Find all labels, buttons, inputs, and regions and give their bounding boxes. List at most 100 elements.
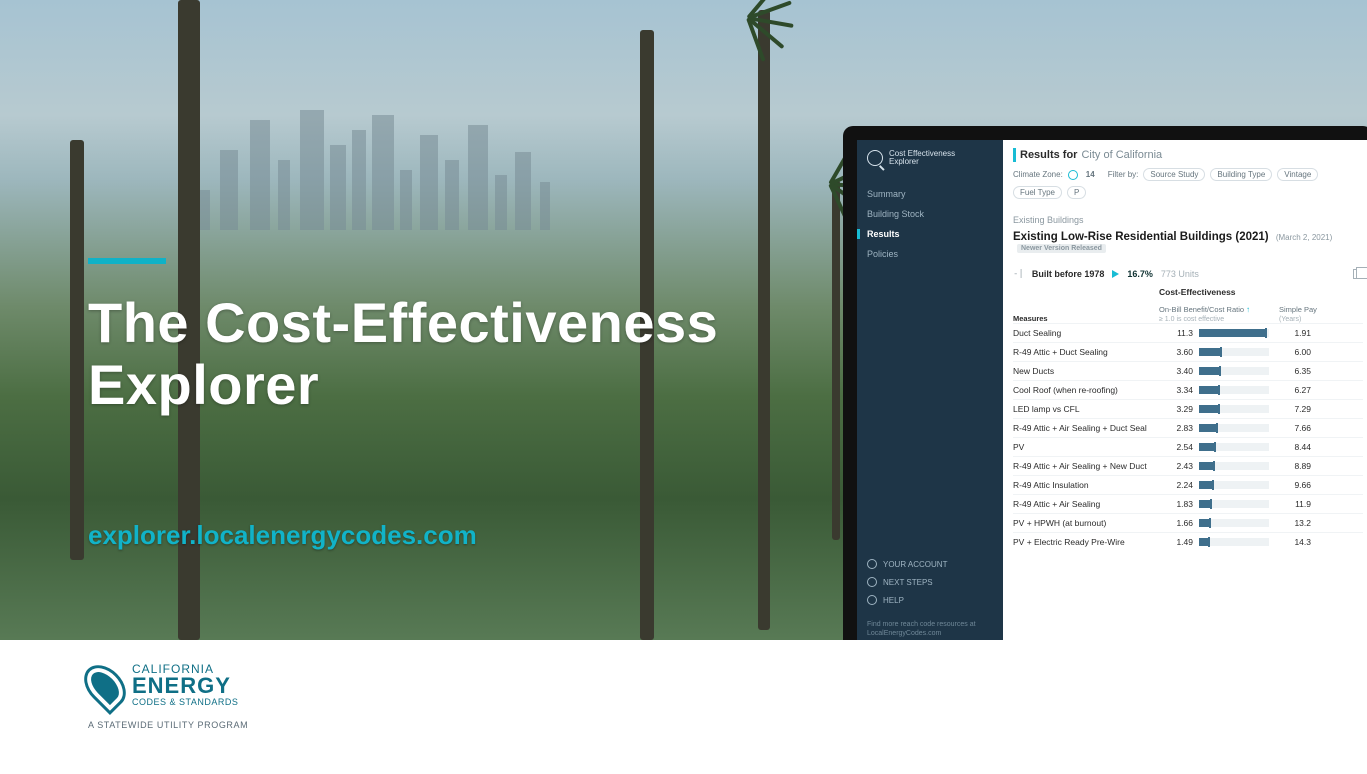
palm-trunk bbox=[70, 140, 84, 560]
copy-icon[interactable] bbox=[1353, 269, 1363, 279]
table-row[interactable]: R-49 Attic + Air Sealing + Duct Seal2.83… bbox=[1013, 418, 1363, 437]
payback-value: 8.89 bbox=[1275, 461, 1311, 471]
ratio-value: 3.34 bbox=[1159, 385, 1193, 395]
payback-value: 9.66 bbox=[1275, 480, 1311, 490]
section-date: (March 2, 2021) bbox=[1276, 233, 1332, 242]
ratio-bar bbox=[1199, 386, 1269, 394]
chip-building-type[interactable]: Building Type bbox=[1210, 168, 1272, 181]
sidebar-item-building-stock[interactable]: Building Stock bbox=[867, 209, 993, 219]
sidebar-item-results[interactable]: Results bbox=[867, 229, 993, 239]
sidebar-footer-link[interactable]: LocalEnergyCodes.com bbox=[867, 630, 941, 637]
table-header: Cost-Effectiveness Measures On-Bill Bene… bbox=[1013, 287, 1363, 323]
flame-drop-icon bbox=[76, 657, 134, 715]
search-icon bbox=[867, 150, 883, 166]
col-payback-label: Simple Pay bbox=[1279, 305, 1317, 314]
results-city: City of California bbox=[1081, 149, 1162, 161]
measure-name: PV bbox=[1013, 442, 1153, 452]
app-sidebar: Cost Effectiveness Explorer Summary Buil… bbox=[857, 140, 1003, 640]
chip-fuel-type[interactable]: Fuel Type bbox=[1013, 186, 1062, 199]
brand-text: Cost Effectiveness Explorer bbox=[889, 150, 955, 167]
chip-source-study[interactable]: Source Study bbox=[1143, 168, 1205, 181]
info-icon bbox=[867, 595, 877, 605]
table-row[interactable]: PV + HPWH (at burnout)1.6613.2 bbox=[1013, 513, 1363, 532]
sidebar-item-policies[interactable]: Policies bbox=[867, 249, 993, 259]
footer: CALIFORNIA ENERGY CODES & STANDARDS A ST… bbox=[0, 640, 1367, 774]
footer-tagline: A STATEWIDE UTILITY PROGRAM bbox=[88, 720, 248, 730]
ratio-bar bbox=[1199, 481, 1269, 489]
vintage-group-row: -| Built before 1978 16.7% 773 Units bbox=[1013, 269, 1363, 279]
table-row[interactable]: R-49 Attic + Air Sealing1.8311.9 bbox=[1013, 494, 1363, 513]
measure-name: Duct Sealing bbox=[1013, 328, 1153, 338]
climate-zone-value[interactable]: 14 bbox=[1086, 170, 1095, 179]
table-row[interactable]: LED lamp vs CFL3.297.29 bbox=[1013, 399, 1363, 418]
ratio-value: 1.49 bbox=[1159, 537, 1193, 547]
vintage-group-units: 773 Units bbox=[1161, 269, 1199, 279]
measure-name: R-49 Attic + Duct Sealing bbox=[1013, 347, 1153, 357]
ratio-bar bbox=[1199, 519, 1269, 527]
col-group-cost-effectiveness: Cost-Effectiveness bbox=[1159, 287, 1321, 297]
table-row[interactable]: R-49 Attic Insulation2.249.66 bbox=[1013, 475, 1363, 494]
measure-name: R-49 Attic + Air Sealing bbox=[1013, 499, 1153, 509]
arrow-right-icon bbox=[867, 577, 877, 587]
sidebar-link-help[interactable]: HELP bbox=[867, 595, 993, 605]
col-ratio-sub: ≥ 1.0 is cost effective bbox=[1159, 316, 1224, 323]
logo-line: CODES & STANDARDS bbox=[132, 697, 238, 707]
vintage-group-pct: 16.7% bbox=[1127, 269, 1153, 279]
sidebar-footer: Find more reach code resources at LocalE… bbox=[867, 621, 993, 638]
payback-value: 14.3 bbox=[1275, 537, 1311, 547]
table-row[interactable]: R-49 Attic + Duct Sealing3.606.00 bbox=[1013, 342, 1363, 361]
play-icon[interactable] bbox=[1112, 270, 1119, 278]
table-row[interactable]: R-49 Attic + Air Sealing + New Duct2.438… bbox=[1013, 456, 1363, 475]
app-brand: Cost Effectiveness Explorer bbox=[867, 150, 993, 167]
ratio-value: 2.83 bbox=[1159, 423, 1193, 433]
col-payback[interactable]: Simple Pay (Years) bbox=[1279, 305, 1321, 323]
table-row[interactable]: Cool Roof (when re-roofing)3.346.27 bbox=[1013, 380, 1363, 399]
table-row[interactable]: PV + Electric Ready Pre-Wire 1.49 14.3 bbox=[1013, 532, 1363, 551]
palm-trunk bbox=[758, 10, 770, 630]
payback-value: 6.00 bbox=[1275, 347, 1311, 357]
title-line: Explorer bbox=[88, 353, 319, 416]
results-table: Cost-Effectiveness Measures On-Bill Bene… bbox=[1013, 287, 1363, 551]
collapse-icon[interactable]: -| bbox=[1013, 269, 1024, 279]
section-title-text: Existing Low-Rise Residential Buildings … bbox=[1013, 231, 1269, 243]
sidebar-item-summary[interactable]: Summary bbox=[867, 189, 993, 199]
page-heading: Results for City of California bbox=[1013, 148, 1363, 162]
gear-icon bbox=[867, 559, 877, 569]
sidebar-nav: Summary Building Stock Results Policies bbox=[867, 189, 993, 259]
footer-logo: CALIFORNIA ENERGY CODES & STANDARDS bbox=[88, 662, 238, 710]
hero-background: The Cost-Effectiveness Explorer explorer… bbox=[0, 0, 1367, 640]
ratio-bar bbox=[1199, 405, 1269, 413]
ratio-bar bbox=[1199, 424, 1269, 432]
title-line: The Cost-Effectiveness bbox=[88, 291, 718, 354]
col-measures[interactable]: Measures bbox=[1013, 314, 1153, 323]
palm-trunk bbox=[832, 180, 840, 540]
ratio-bar bbox=[1199, 500, 1269, 508]
table-row[interactable]: Duct Sealing11.31.91 bbox=[1013, 323, 1363, 342]
palm-fronds bbox=[730, 0, 810, 44]
payback-value: 13.2 bbox=[1275, 518, 1311, 528]
sidebar-link-account[interactable]: YOUR ACCOUNT bbox=[867, 559, 993, 569]
slide: The Cost-Effectiveness Explorer explorer… bbox=[0, 0, 1367, 774]
payback-value: 7.29 bbox=[1275, 404, 1311, 414]
sidebar-link-next-steps[interactable]: NEXT STEPS bbox=[867, 577, 993, 587]
col-ratio-label: On-Bill Benefit/Cost Ratio bbox=[1159, 305, 1244, 314]
radio-icon bbox=[1068, 170, 1078, 180]
chip-vintage[interactable]: Vintage bbox=[1277, 168, 1318, 181]
sidebar-bottom: YOUR ACCOUNT NEXT STEPS HELP Find more r… bbox=[867, 559, 993, 638]
payback-value: 7.66 bbox=[1275, 423, 1311, 433]
table-row[interactable]: New Ducts3.406.35 bbox=[1013, 361, 1363, 380]
measure-name: PV + HPWH (at burnout) bbox=[1013, 518, 1153, 528]
filter-by-label: Filter by: bbox=[1108, 170, 1139, 179]
chip-more[interactable]: P bbox=[1067, 186, 1086, 199]
ratio-bar bbox=[1199, 329, 1269, 337]
ratio-bar bbox=[1199, 443, 1269, 451]
measure-name: Cool Roof (when re-roofing) bbox=[1013, 385, 1153, 395]
table-row[interactable]: PV2.548.44 bbox=[1013, 437, 1363, 456]
ratio-value: 2.24 bbox=[1159, 480, 1193, 490]
measure-name: PV + Electric Ready Pre-Wire bbox=[1013, 537, 1153, 547]
version-badge[interactable]: Newer Version Released bbox=[1017, 244, 1106, 253]
measure-name: R-49 Attic + Air Sealing + New Duct bbox=[1013, 461, 1153, 471]
col-ratio[interactable]: On-Bill Benefit/Cost Ratio↑ ≥ 1.0 is cos… bbox=[1159, 305, 1273, 323]
results-for-label: Results for bbox=[1020, 149, 1077, 161]
col-payback-sub: (Years) bbox=[1279, 316, 1301, 323]
